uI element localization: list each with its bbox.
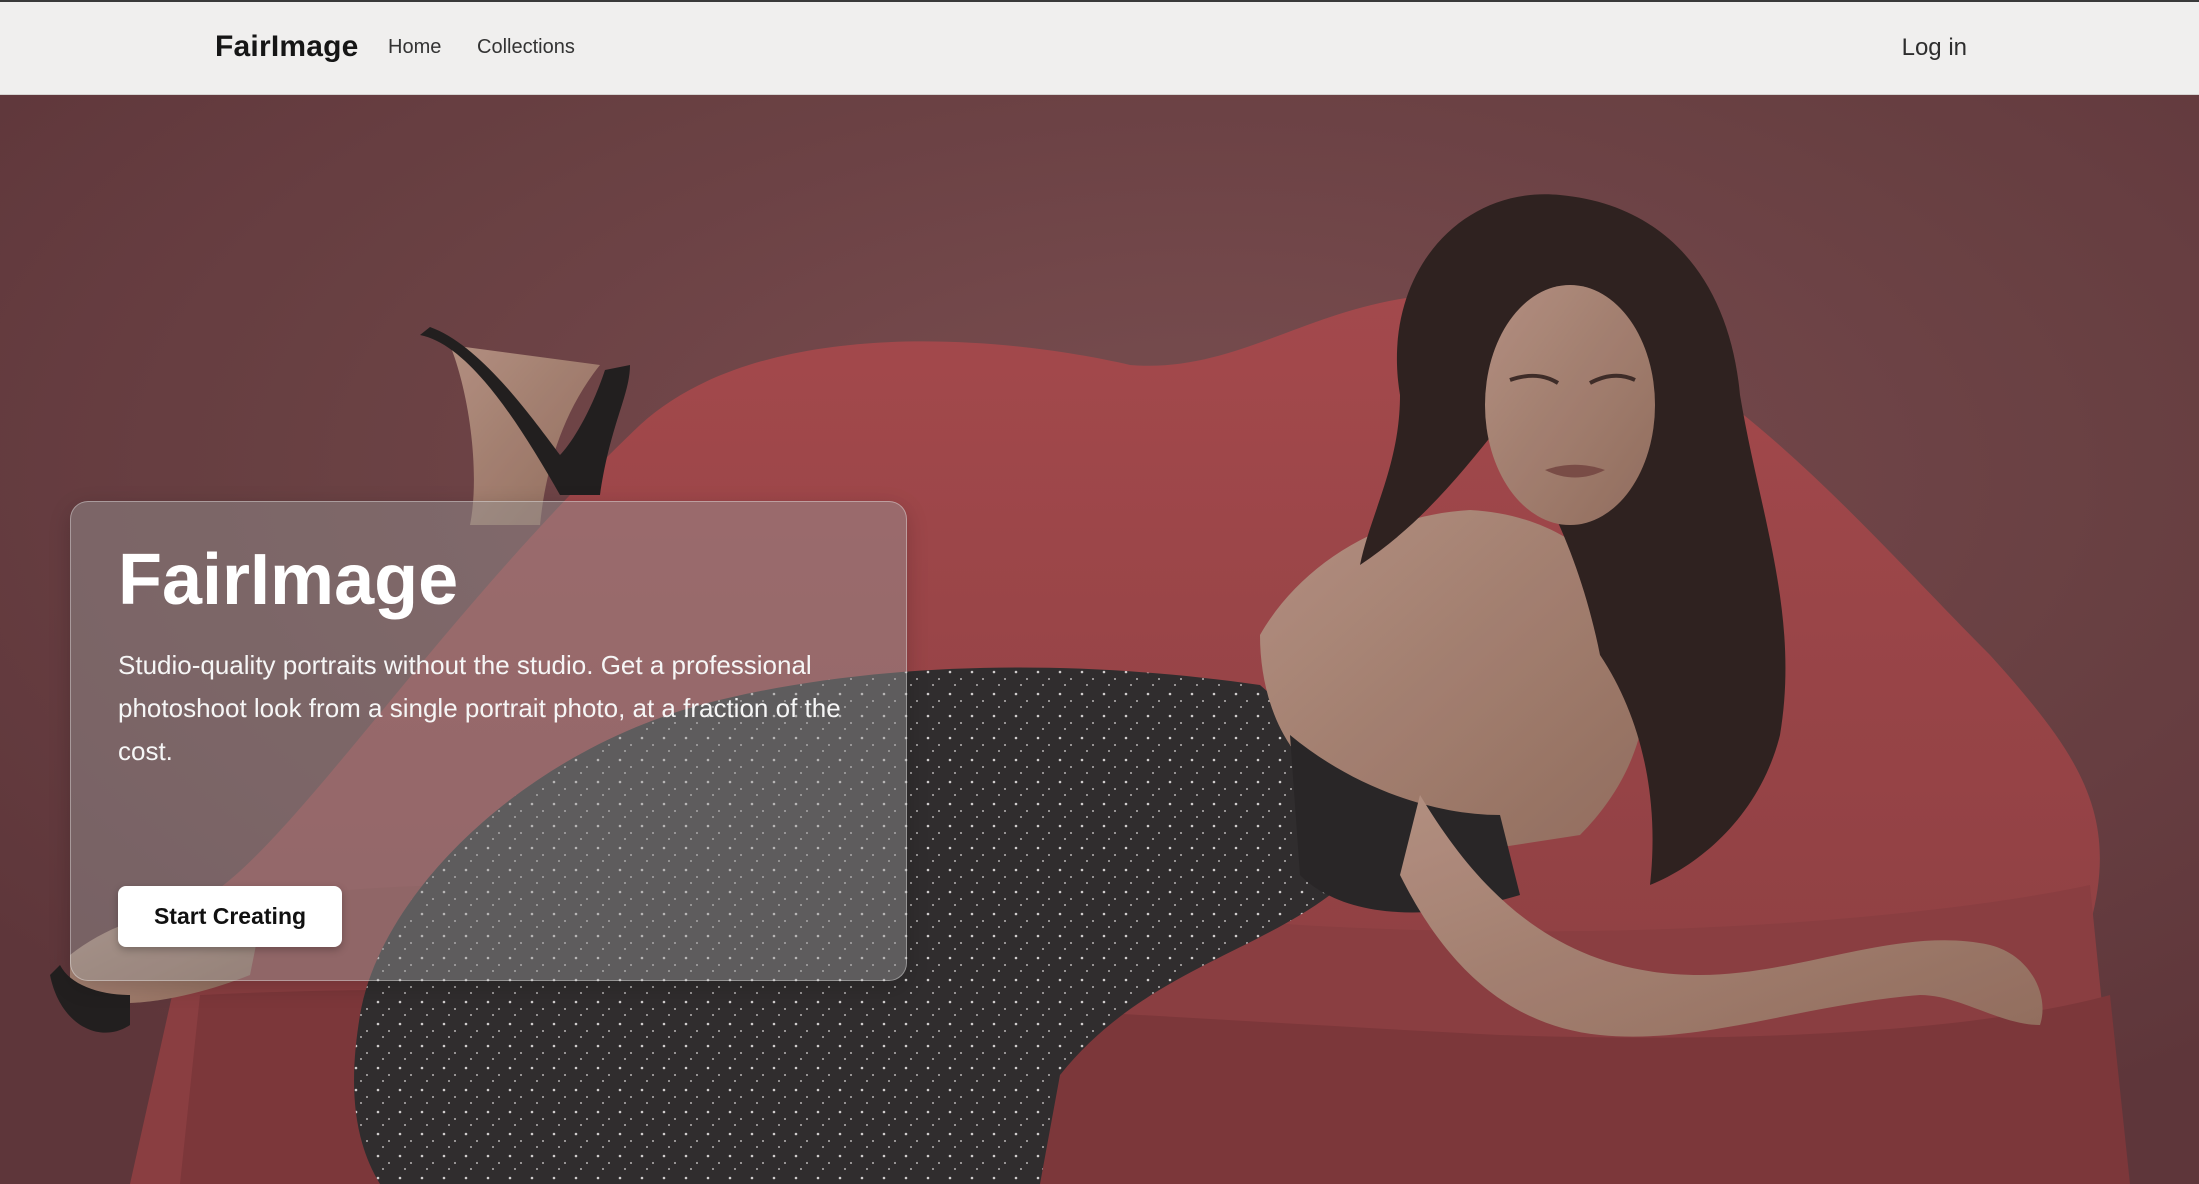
brand-logo[interactable]: FairImage [215,30,359,64]
hero-description: Studio-quality portraits without the stu… [118,650,841,766]
hero-section: FairImage Studio-quality portraits witho… [0,95,2199,1184]
hero-title: FairImage [118,540,459,620]
login-link[interactable]: Log in [1902,34,1967,62]
start-creating-button[interactable]: Start Creating [118,886,342,947]
hero-card: FairImage Studio-quality portraits witho… [70,501,907,981]
top-navbar: FairImage Home Collections Log in [0,2,2199,95]
nav-link-collections[interactable]: Collections [477,36,575,59]
nav-link-home[interactable]: Home [388,36,441,59]
